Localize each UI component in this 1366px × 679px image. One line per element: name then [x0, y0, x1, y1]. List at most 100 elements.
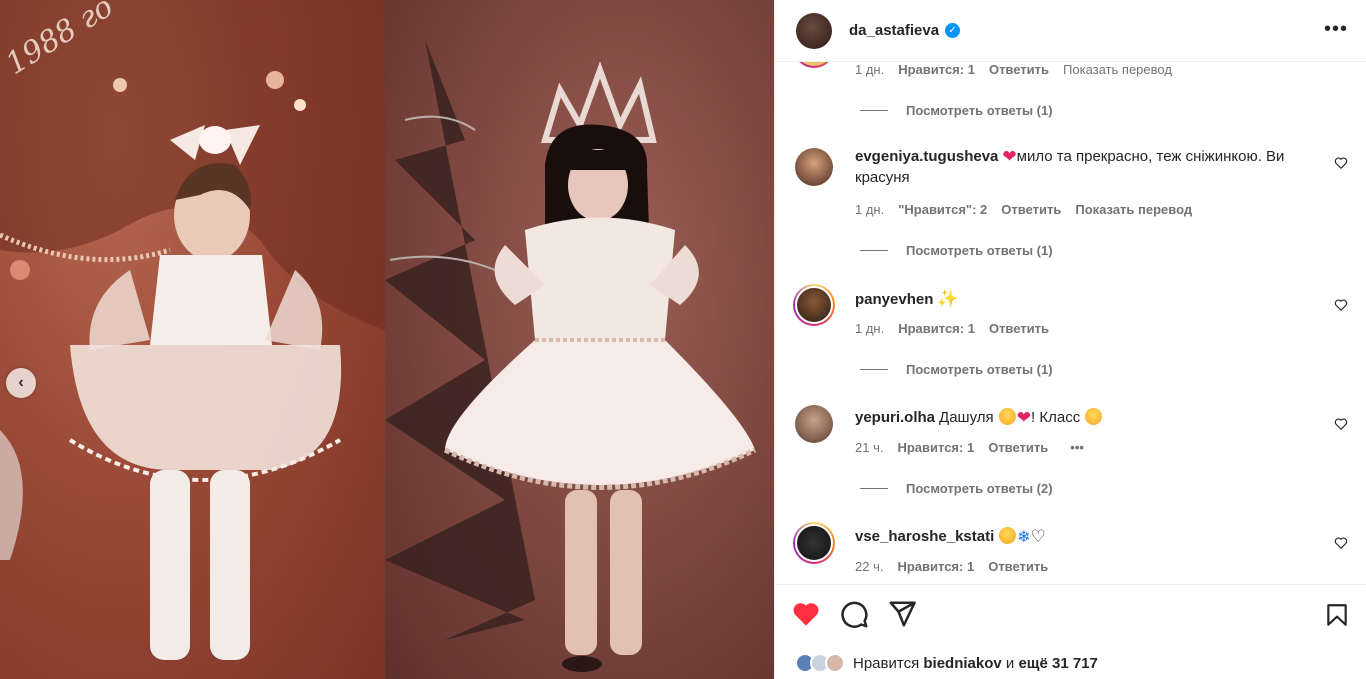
comment-body: yepuri.olha Дашуля ❤! Класс [855, 407, 1315, 428]
comment-avatar[interactable] [793, 522, 835, 564]
likes-count[interactable]: ещё 31 717 [1018, 655, 1097, 672]
like-comment-heart-icon[interactable] [1334, 536, 1348, 550]
comment-body: evgeniya.tugusheva ❤мило та прекрасно, те… [855, 146, 1315, 188]
white-heart-emoji-icon: ♡ [1030, 527, 1046, 546]
avatar [825, 653, 845, 673]
comment-likes[interactable]: Нравится: 1 [897, 559, 974, 574]
comment-avatar[interactable] [793, 146, 835, 188]
view-replies-label: Посмотреть ответы (1) [906, 243, 1053, 258]
action-icons [791, 599, 917, 629]
post-sidebar: da_astafieva ✓ ••• 1 дн. Нравится: 1 Отв… [774, 0, 1366, 679]
post-actions: Нравится biedniakov и ещё 31 717 [775, 584, 1366, 679]
carousel-prev-button[interactable]: ‹ [6, 368, 36, 398]
likes-user[interactable]: biedniakov [923, 655, 1001, 672]
author-avatar[interactable] [793, 10, 835, 52]
comment-item: evgeniya.tugusheva ❤мило та прекрасно, те… [793, 146, 1348, 258]
author-username-text: da_astafieva [849, 22, 940, 39]
share-send-icon[interactable] [887, 599, 917, 629]
comment-more-icon[interactable]: ••• [1070, 440, 1084, 455]
translate-button[interactable]: Показать перевод [1063, 62, 1172, 77]
likes-mid: и [1005, 654, 1015, 672]
comment-item: vse_haroshe_kstati ❄♡ 22 ч. Нравится: 1 О… [793, 522, 1348, 582]
likes-summary[interactable]: Нравится biedniakov и ещё 31 717 [795, 653, 1098, 673]
avatar [795, 524, 833, 562]
childhood-photo-illustration [0, 0, 385, 660]
comment-body: panyevhen ✨ [855, 288, 1315, 310]
avatar [796, 12, 832, 49]
replies-divider [860, 488, 888, 489]
comment-item: panyevhen ✨ 1 дн. Нравится: 1 Ответить По… [793, 284, 1348, 377]
replies-divider [860, 369, 888, 370]
grinning-emoji-icon [998, 408, 1016, 425]
comment-likes[interactable]: Нравится: 1 [897, 440, 974, 455]
comment-avatar[interactable] [793, 403, 835, 445]
comment-meta: 22 ч. Нравится: 1 Ответить [855, 559, 1048, 574]
post-modal: 1988 го ‹ da_astafieva ✓ ••• 1 дн. Нрави… [0, 0, 1366, 679]
comment-bubble-icon[interactable] [839, 599, 869, 629]
comment-body: vse_haroshe_kstati ❄♡ [855, 526, 1315, 548]
comment-time: 1 дн. [855, 62, 885, 77]
comment-time: 1 дн. [855, 321, 885, 336]
liker-avatars [795, 653, 845, 673]
comment-time: 1 дн. [855, 202, 885, 217]
comment-username[interactable]: vse_haroshe_kstati [855, 528, 994, 545]
comment-item: yepuri.olha Дашуля ❤! Класс 21 ч. Нравитс… [793, 403, 1348, 496]
post-media[interactable]: 1988 го ‹ [0, 0, 774, 679]
comment-likes[interactable]: Нравится: 1 [898, 62, 975, 77]
comment-username[interactable]: panyevhen [855, 291, 933, 308]
comment-text: Дашуля [939, 409, 994, 426]
photo-childhood: 1988 го [0, 0, 385, 679]
comment-meta: 1 дн. "Нравится": 2 Ответить Показать пе… [855, 202, 1192, 217]
author-username[interactable]: da_astafieva ✓ [849, 22, 961, 39]
comment-time: 22 ч. [855, 559, 884, 574]
verified-badge-icon: ✓ [945, 23, 961, 38]
avatar [795, 405, 833, 443]
view-replies-button[interactable]: Посмотреть ответы (2) [860, 481, 1053, 496]
replies-divider [860, 250, 888, 251]
comment-text-tail: ! Класс [1031, 409, 1081, 426]
reply-button[interactable]: Ответить [1001, 202, 1061, 217]
comment-meta: 1 дн. Нравится: 1 Ответить [855, 321, 1049, 336]
reply-button[interactable]: Ответить [989, 321, 1049, 336]
reply-button[interactable]: Ответить [989, 62, 1049, 77]
like-heart-icon[interactable] [791, 599, 821, 629]
translate-button[interactable]: Показать перевод [1075, 202, 1192, 217]
more-options-icon[interactable]: ••• [1324, 18, 1348, 41]
comment-avatar[interactable] [793, 284, 835, 326]
comment-username[interactable]: evgeniya.tugusheva [855, 148, 998, 165]
red-heart-emoji-icon: ❤ [1002, 147, 1017, 166]
snowflake-emoji-icon: ❄ [1017, 529, 1031, 546]
likes-prefix: Нравится [853, 654, 920, 672]
view-replies-label: Посмотреть ответы (2) [906, 481, 1053, 496]
adult-photo-illustration [385, 40, 757, 672]
avatar [795, 286, 833, 324]
view-replies-button[interactable]: Посмотреть ответы (1) [860, 243, 1053, 258]
view-replies-button[interactable]: Посмотреть ответы (1) [860, 103, 1053, 118]
heart-eyes-emoji-icon [999, 527, 1017, 544]
comment-username[interactable]: yepuri.olha [855, 409, 935, 426]
post-header: da_astafieva ✓ ••• [775, 0, 1366, 62]
comment-avatar[interactable] [793, 62, 835, 68]
like-comment-heart-icon[interactable] [1334, 298, 1348, 312]
view-replies-label: Посмотреть ответы (1) [906, 362, 1053, 377]
reply-button[interactable]: Ответить [988, 440, 1048, 455]
comments-list[interactable]: 1 дн. Нравится: 1 Ответить Показать пере… [775, 62, 1366, 584]
red-heart-emoji-icon: ❤ [1016, 408, 1032, 427]
comment-likes[interactable]: "Нравится": 2 [898, 202, 987, 217]
reply-button[interactable]: Ответить [988, 559, 1048, 574]
like-comment-heart-icon[interactable] [1334, 156, 1348, 170]
avatar [795, 62, 833, 66]
comment-time: 21 ч. [855, 440, 884, 455]
heart-eyes-emoji-icon [1085, 408, 1103, 425]
comment-likes[interactable]: Нравится: 1 [898, 321, 975, 336]
avatar [795, 148, 833, 186]
comment-meta: 1 дн. Нравится: 1 Ответить Показать пере… [855, 62, 1172, 77]
replies-divider [860, 110, 888, 111]
photo-adult [385, 0, 774, 679]
comment-meta: 21 ч. Нравится: 1 Ответить ••• [855, 440, 1084, 455]
view-replies-label: Посмотреть ответы (1) [906, 103, 1053, 118]
view-replies-button[interactable]: Посмотреть ответы (1) [860, 362, 1053, 377]
like-comment-heart-icon[interactable] [1334, 417, 1348, 431]
sparkles-emoji-icon: ✨ [937, 289, 959, 308]
save-bookmark-icon[interactable] [1324, 601, 1350, 629]
